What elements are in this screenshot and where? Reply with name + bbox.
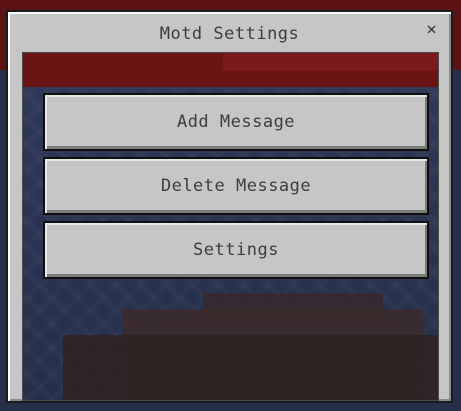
close-icon[interactable]: × (426, 20, 437, 40)
dialog-content-area: Add Message Delete Message Settings (22, 52, 439, 401)
scene-dark-block (63, 335, 438, 400)
add-message-button[interactable]: Add Message (43, 93, 429, 151)
dialog-title: Motd Settings (159, 24, 300, 44)
scene-red-block-highlight (223, 53, 438, 71)
delete-message-button[interactable]: Delete Message (43, 157, 429, 215)
motd-settings-dialog: Motd Settings × Add Message Delete Messa… (6, 10, 453, 403)
settings-button[interactable]: Settings (43, 221, 429, 279)
